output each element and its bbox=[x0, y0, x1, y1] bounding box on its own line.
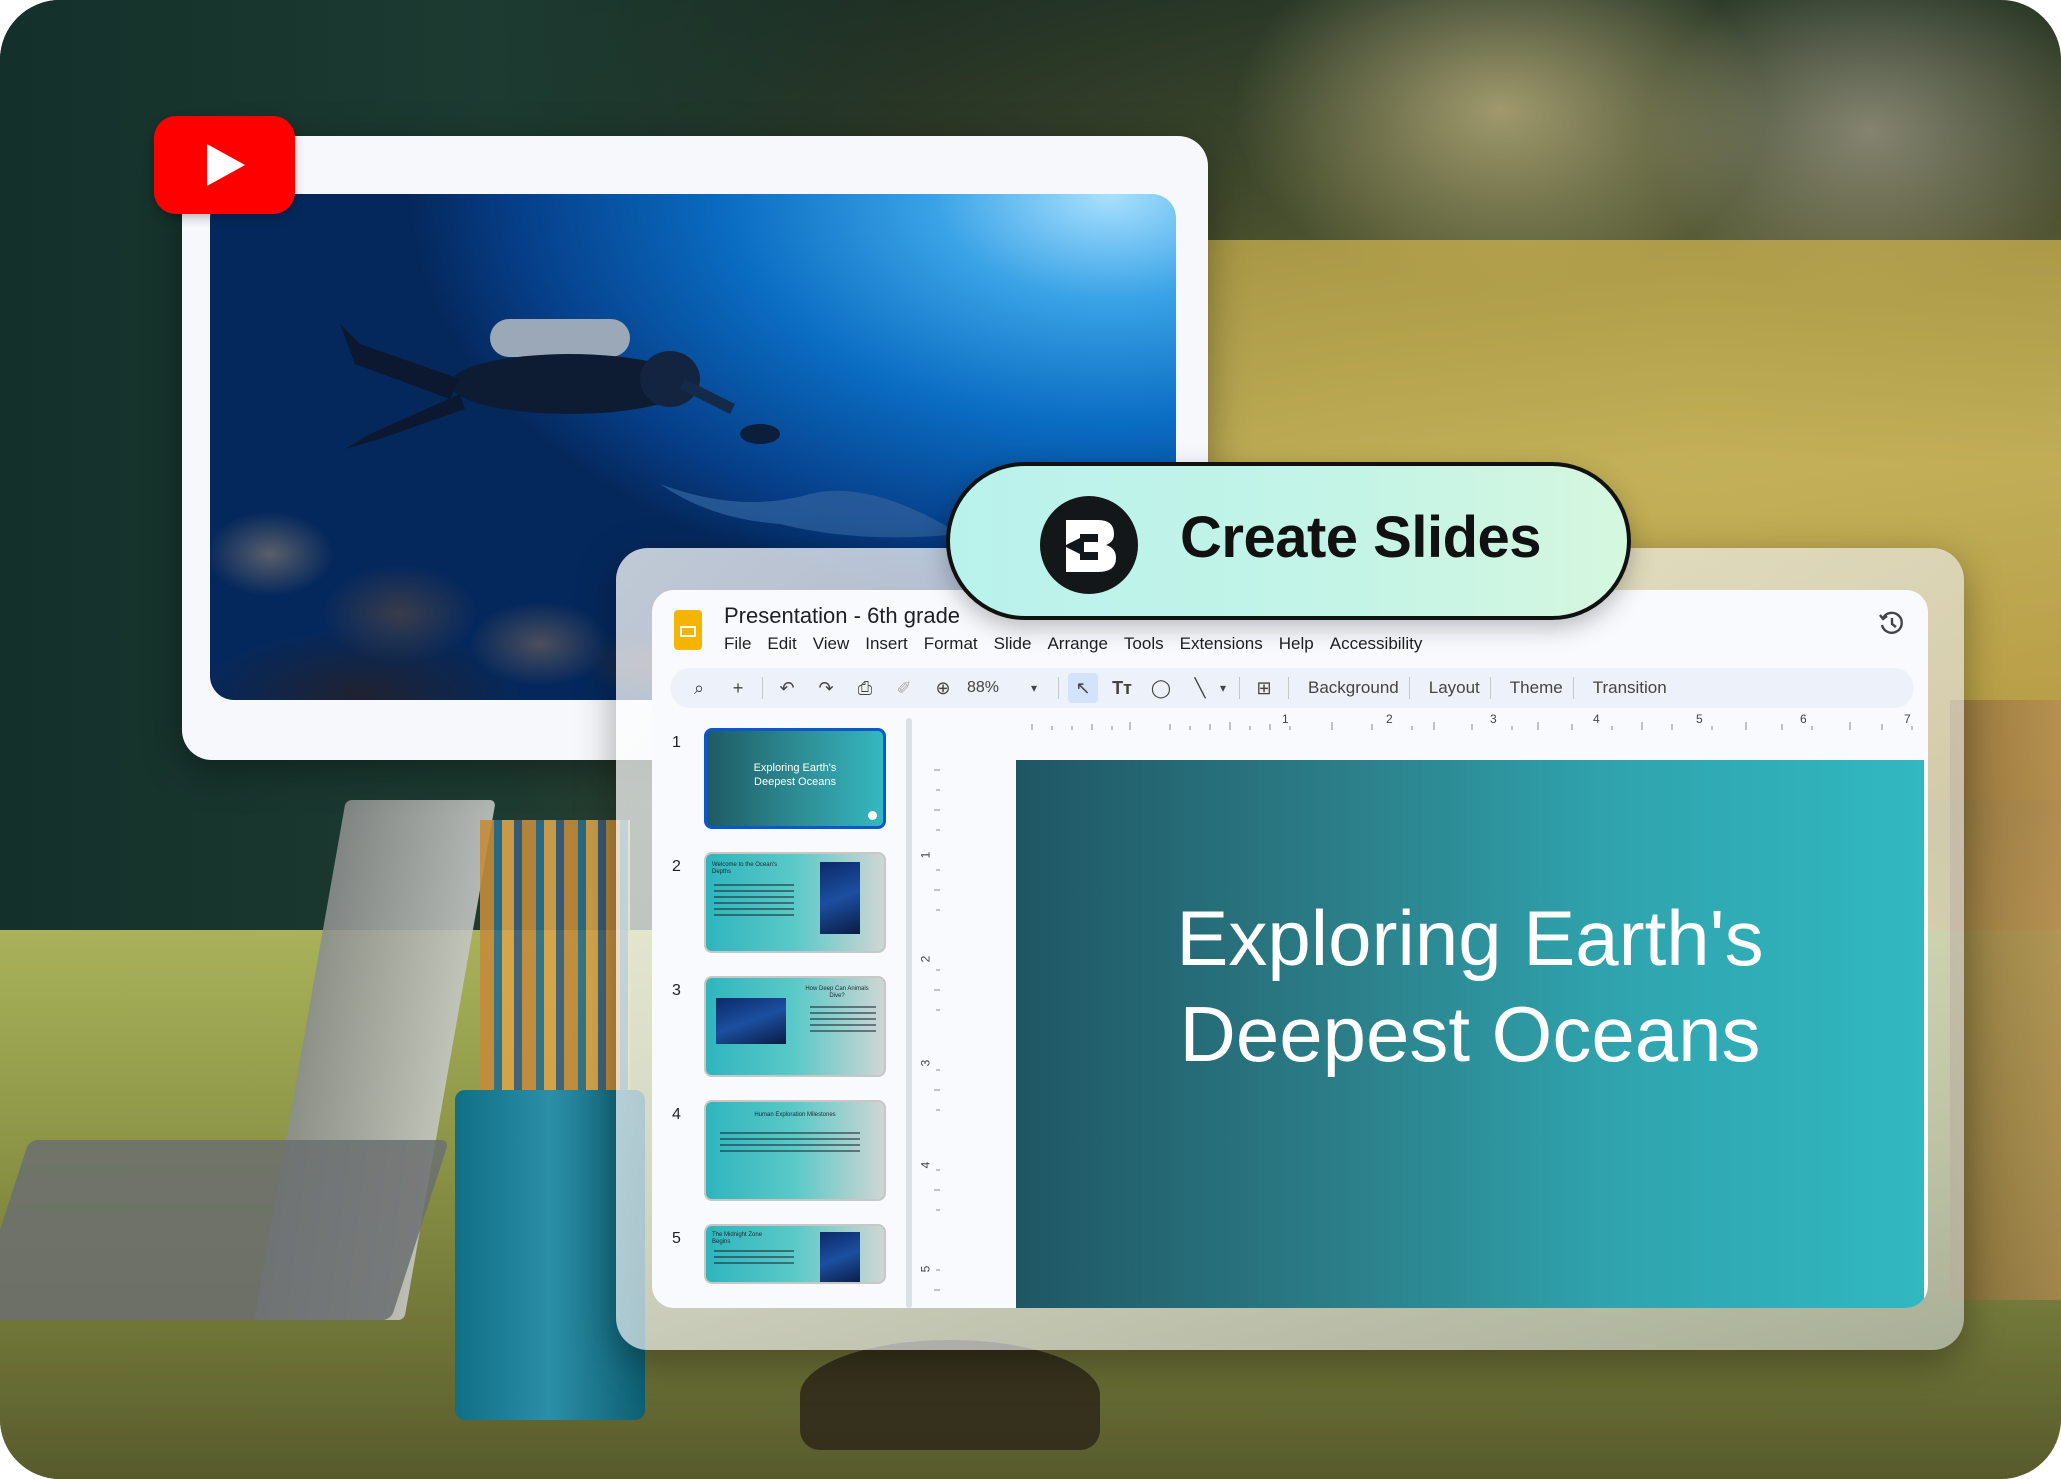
toolbar-divider bbox=[1572, 677, 1574, 699]
menu-tools[interactable]: Tools bbox=[1116, 634, 1172, 654]
thumbnail-body-text bbox=[714, 1250, 794, 1268]
ruler-label: 4 bbox=[1593, 712, 1600, 726]
ruler-label: 2 bbox=[1386, 712, 1393, 726]
menu-bar: File Edit View Insert Format Slide Arran… bbox=[724, 634, 1430, 654]
print-icon[interactable]: ⎙ bbox=[850, 673, 880, 703]
create-slides-label: Create Slides bbox=[1180, 505, 1542, 570]
create-slides-button[interactable]: Create Slides bbox=[946, 462, 1631, 620]
slide-thumbnail-3[interactable]: How Deep Can Animals Dive? bbox=[704, 976, 886, 1077]
thumbnail-title: Welcome to the Ocean's Depths bbox=[712, 862, 778, 875]
ruler-label: 1 bbox=[1282, 712, 1289, 726]
theme-button[interactable]: Theme bbox=[1500, 678, 1573, 698]
zoom-value[interactable]: 88% bbox=[967, 679, 1011, 697]
slide-thumbnail-2[interactable]: Welcome to the Ocean's Depths bbox=[704, 852, 886, 953]
slide-number: 3 bbox=[672, 982, 681, 999]
menu-arrange[interactable]: Arrange bbox=[1039, 634, 1115, 654]
toolbar-divider bbox=[1058, 677, 1059, 699]
slides-card: Presentation - 6th grade File Edit View … bbox=[616, 548, 1964, 1350]
ruler-ticks bbox=[1031, 722, 1913, 730]
ruler-label: 5 bbox=[918, 1265, 933, 1273]
ruler-label: 3 bbox=[918, 1059, 933, 1067]
filmstrip-scrollbar[interactable] bbox=[906, 718, 912, 1308]
slide-number: 5 bbox=[672, 1230, 681, 1247]
ruler-label: 4 bbox=[918, 1161, 933, 1169]
basket bbox=[800, 1340, 1100, 1450]
thumbnail-title: How Deep Can Animals Dive? bbox=[805, 986, 869, 999]
thumbnail-title: The Midnight Zone Begins bbox=[712, 1232, 763, 1245]
chair bbox=[1950, 700, 2061, 1300]
new-slide-icon[interactable]: + bbox=[723, 673, 753, 703]
laptop-keyboard bbox=[0, 1140, 450, 1320]
pencils bbox=[480, 820, 630, 1110]
slide-thumbnail-5[interactable]: The Midnight Zone Begins bbox=[704, 1224, 886, 1284]
menu-format[interactable]: Format bbox=[916, 634, 986, 654]
undo-icon[interactable]: ↶ bbox=[772, 673, 802, 703]
thumbnail-image bbox=[716, 998, 786, 1044]
toolbar-divider bbox=[1239, 677, 1240, 699]
slides-app-icon[interactable] bbox=[674, 610, 702, 650]
ruler-label: 5 bbox=[1696, 712, 1703, 726]
background-button[interactable]: Background bbox=[1298, 678, 1409, 698]
speaker-notes-icon bbox=[868, 811, 877, 820]
slide-number: 4 bbox=[672, 1106, 681, 1123]
toolbar-divider bbox=[1489, 677, 1491, 699]
zoom-icon[interactable]: ⊕ bbox=[928, 673, 958, 703]
paint-format-icon[interactable]: ✐ bbox=[889, 673, 919, 703]
text-box-icon[interactable]: Tᴛ bbox=[1107, 673, 1137, 703]
menu-file[interactable]: File bbox=[724, 634, 759, 654]
line-dropdown-icon[interactable]: ▾ bbox=[1216, 673, 1230, 703]
slide-number: 2 bbox=[672, 858, 681, 875]
transition-button[interactable]: Transition bbox=[1583, 678, 1677, 698]
slide-number: 1 bbox=[672, 734, 681, 751]
vertical-ruler: 1 2 3 4 5 bbox=[918, 730, 940, 1308]
background-photo: Presentation - 6th grade File Edit View … bbox=[0, 0, 2061, 1479]
slide-thumbnail-4[interactable]: Human Exploration Milestones bbox=[704, 1100, 886, 1201]
thumbnail-title: Human Exploration Milestones bbox=[754, 1112, 836, 1118]
menu-accessibility[interactable]: Accessibility bbox=[1322, 634, 1431, 654]
horizontal-ruler: 1 2 3 4 5 6 7 bbox=[932, 710, 1928, 730]
ruler-label: 2 bbox=[918, 955, 933, 963]
comment-icon[interactable]: ⊞ bbox=[1249, 673, 1279, 703]
line-icon[interactable]: ╲ bbox=[1185, 673, 1215, 703]
ruler-label: 1 bbox=[918, 851, 933, 859]
slide-filmstrip: 1 Exploring Earth's Deepest Oceans 2 Wel… bbox=[652, 718, 886, 1308]
slides-editor-window: Presentation - 6th grade File Edit View … bbox=[652, 590, 1928, 1308]
slide-canvas[interactable]: Exploring Earth's Deepest Oceans bbox=[1016, 760, 1924, 1308]
toolbar-divider bbox=[1408, 677, 1410, 699]
menu-slide[interactable]: Slide bbox=[986, 634, 1040, 654]
shape-icon[interactable]: ◯ bbox=[1146, 673, 1176, 703]
slide-title-line-2: Deepest Oceans bbox=[1179, 990, 1761, 1078]
menu-extensions[interactable]: Extensions bbox=[1172, 634, 1271, 654]
ruler-label: 7 bbox=[1904, 712, 1911, 726]
toolbar: ⌕ + ↶ ↷ ⎙ ✐ ⊕ 88% ▾ ↖ Tᴛ ◯ ╲ ▾ ⊞ Backgro… bbox=[670, 668, 1914, 708]
ruler-label: 6 bbox=[1800, 712, 1807, 726]
youtube-play-icon bbox=[154, 116, 295, 214]
menu-view[interactable]: View bbox=[805, 634, 858, 654]
zoom-dropdown-icon[interactable]: ▾ bbox=[1019, 673, 1049, 703]
thumbnail-body-text bbox=[714, 884, 794, 920]
select-cursor-icon[interactable]: ↖ bbox=[1068, 673, 1098, 703]
brisk-b-icon bbox=[1040, 496, 1138, 594]
ruler-ticks bbox=[934, 769, 940, 1291]
version-history-icon[interactable] bbox=[1878, 610, 1906, 638]
slide-thumbnail-1[interactable]: Exploring Earth's Deepest Oceans bbox=[704, 728, 886, 829]
search-menus-icon[interactable]: ⌕ bbox=[684, 673, 714, 703]
menu-insert[interactable]: Insert bbox=[857, 634, 916, 654]
thumbnail-image bbox=[820, 862, 860, 934]
redo-icon[interactable]: ↷ bbox=[811, 673, 841, 703]
slide-title-line-1: Exploring Earth's bbox=[1176, 894, 1764, 982]
thumbnail-body-text bbox=[720, 1132, 860, 1156]
thumbnail-body-text bbox=[810, 1006, 876, 1036]
ruler-label: 3 bbox=[1490, 712, 1497, 726]
menu-edit[interactable]: Edit bbox=[759, 634, 804, 654]
toolbar-divider bbox=[762, 677, 763, 699]
thumbnail-title: Exploring Earth's Deepest Oceans bbox=[753, 762, 837, 788]
slide-title-text[interactable]: Exploring Earth's Deepest Oceans bbox=[1016, 890, 1924, 1082]
layout-button[interactable]: Layout bbox=[1419, 678, 1490, 698]
toolbar-divider bbox=[1288, 677, 1289, 699]
menu-help[interactable]: Help bbox=[1271, 634, 1322, 654]
thumbnail-image bbox=[820, 1232, 860, 1282]
document-title[interactable]: Presentation - 6th grade bbox=[724, 603, 960, 629]
